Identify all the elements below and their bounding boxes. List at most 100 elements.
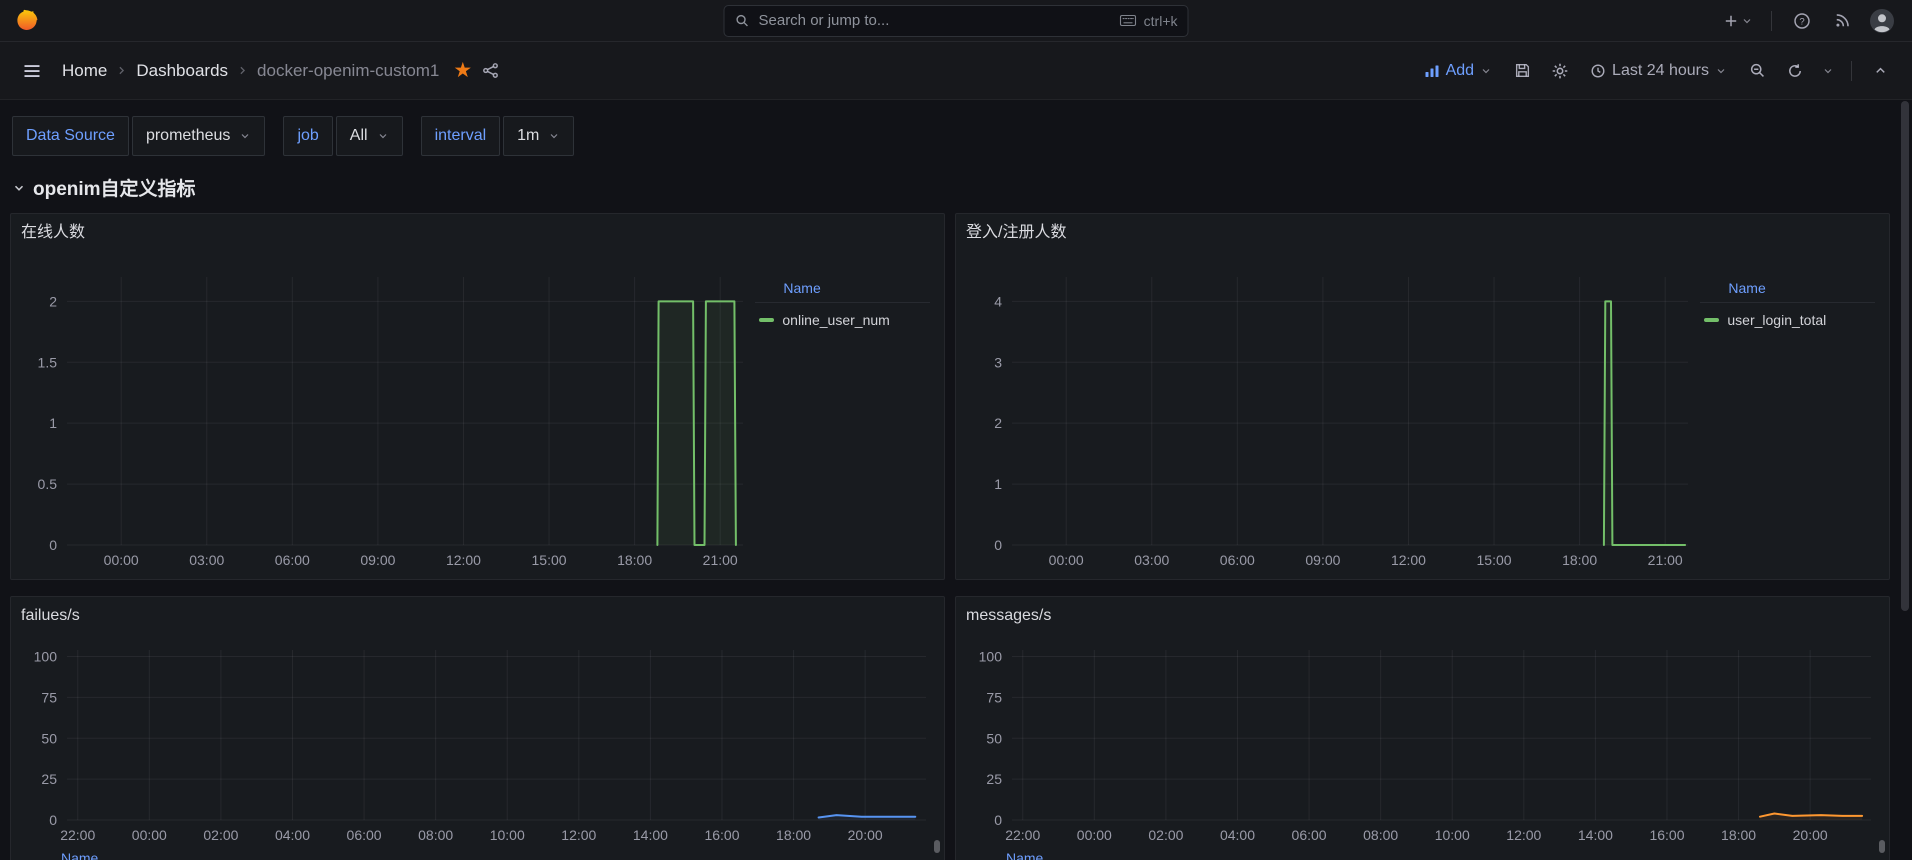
favorite-star-button[interactable]: ★	[453, 60, 472, 81]
timeseries-chart[interactable]: 22:0000:0002:0004:0006:0008:0010:0012:00…	[21, 630, 936, 846]
svg-text:09:00: 09:00	[360, 552, 395, 568]
svg-text:00:00: 00:00	[1077, 827, 1112, 843]
svg-text:18:00: 18:00	[1721, 827, 1756, 843]
dashboard-toolbar: Home Dashboards docker-openim-custom1 ★ …	[0, 42, 1912, 100]
svg-text:10:00: 10:00	[1435, 827, 1470, 843]
svg-text:06:00: 06:00	[347, 827, 382, 843]
svg-text:25: 25	[986, 771, 1002, 787]
new-button[interactable]	[1719, 5, 1757, 37]
divider	[1851, 61, 1852, 81]
refresh-interval-caret[interactable]	[1817, 55, 1839, 87]
variable-interval: interval 1m	[421, 116, 575, 156]
variable-label: interval	[421, 116, 501, 156]
search-input[interactable]: Search or jump to... ctrl+k	[724, 5, 1189, 37]
svg-text:1: 1	[49, 415, 57, 431]
svg-text:02:00: 02:00	[1148, 827, 1183, 843]
job-select[interactable]: All	[336, 116, 403, 156]
panel-title[interactable]: 在线人数	[21, 219, 934, 247]
variable-data-source: Data Source prometheus	[12, 116, 265, 156]
refresh-icon	[1787, 63, 1803, 79]
divider	[1771, 11, 1772, 31]
grafana-logo[interactable]	[14, 8, 40, 34]
timeseries-chart[interactable]: 00:0003:0006:0009:0012:0015:0018:0021:00…	[966, 247, 1694, 573]
svg-text:100: 100	[979, 649, 1003, 665]
time-range-picker[interactable]: Last 24 hours	[1582, 54, 1735, 88]
share-icon	[482, 62, 499, 79]
chart-legend: Name	[61, 850, 934, 860]
mega-menu-toggle[interactable]	[16, 55, 48, 87]
help-button[interactable]: ?	[1786, 5, 1818, 37]
chevron-right-icon	[236, 64, 249, 77]
svg-text:21:00: 21:00	[703, 552, 738, 568]
svg-text:25: 25	[41, 771, 57, 787]
collapse-toolbar-button[interactable]	[1864, 55, 1896, 87]
chevron-down-icon	[1822, 65, 1834, 77]
page-scrollbar-thumb[interactable]	[1901, 101, 1909, 611]
save-dashboard-button[interactable]	[1506, 55, 1538, 87]
breadcrumb: Home Dashboards docker-openim-custom1	[62, 61, 439, 81]
chevron-up-icon	[1873, 63, 1888, 78]
chart-legend: Name user_login_total	[1694, 247, 1879, 573]
legend-name-header[interactable]: Name	[1700, 280, 1875, 303]
svg-text:0.5: 0.5	[38, 476, 58, 492]
breadcrumb-dashboards[interactable]: Dashboards	[136, 61, 228, 81]
question-circle-icon: ?	[1793, 12, 1811, 30]
svg-text:20:00: 20:00	[1793, 827, 1828, 843]
svg-text:09:00: 09:00	[1305, 552, 1340, 568]
interval-select[interactable]: 1m	[503, 116, 574, 156]
timeseries-chart[interactable]: 00:0003:0006:0009:0012:0015:0018:0021:00…	[21, 247, 749, 573]
svg-text:00:00: 00:00	[132, 827, 167, 843]
panel-scrollbar-thumb[interactable]	[1879, 840, 1885, 853]
variable-job: job All	[283, 116, 402, 156]
variable-label: job	[283, 116, 332, 156]
panel-title[interactable]: 登入/注册人数	[966, 219, 1879, 247]
add-button[interactable]: Add	[1416, 54, 1500, 88]
search-icon	[735, 13, 750, 28]
svg-text:15:00: 15:00	[532, 552, 567, 568]
user-profile-button[interactable]	[1866, 5, 1898, 37]
panel-scrollbar-thumb[interactable]	[934, 840, 940, 853]
zoom-out-time-button[interactable]	[1741, 55, 1773, 87]
legend-item[interactable]: user_login_total	[1700, 312, 1875, 328]
timeseries-chart[interactable]: 22:0000:0002:0004:0006:0008:0010:0012:00…	[966, 630, 1881, 846]
svg-text:0: 0	[994, 812, 1002, 828]
dashboard-settings-button[interactable]	[1544, 55, 1576, 87]
svg-text:?: ?	[1799, 16, 1804, 27]
svg-text:50: 50	[41, 730, 57, 746]
svg-text:2: 2	[994, 415, 1002, 431]
panel-title[interactable]: messages/s	[966, 602, 1879, 630]
gear-icon	[1551, 62, 1569, 80]
variable-label: Data Source	[12, 116, 129, 156]
data-source-select[interactable]: prometheus	[132, 116, 266, 156]
svg-text:1: 1	[994, 476, 1002, 492]
svg-text:0: 0	[49, 812, 57, 828]
dashboard-variables: Data Source prometheus job All interval …	[0, 100, 1912, 156]
legend-item[interactable]: online_user_num	[755, 312, 930, 328]
search-placeholder: Search or jump to...	[759, 12, 890, 29]
series-color-marker	[759, 318, 774, 322]
rss-icon	[1834, 12, 1851, 29]
svg-text:21:00: 21:00	[1648, 552, 1683, 568]
legend-name-header[interactable]: Name	[755, 280, 930, 303]
row-section-toggle[interactable]: openim自定义指标	[0, 156, 1912, 201]
chevron-down-icon	[377, 130, 389, 142]
refresh-button[interactable]	[1779, 55, 1811, 87]
legend-name-header[interactable]: Name	[1006, 850, 1879, 860]
keyboard-icon	[1120, 14, 1137, 27]
svg-text:08:00: 08:00	[1363, 827, 1398, 843]
breadcrumb-home[interactable]: Home	[62, 61, 107, 81]
svg-text:0: 0	[49, 537, 57, 553]
chevron-down-icon	[1741, 15, 1753, 27]
hamburger-icon	[22, 61, 42, 81]
panel-title[interactable]: failues/s	[21, 602, 934, 630]
panel-online-users: 在线人数 00:0003:0006:0009:0012:0015:0018:00…	[10, 213, 945, 580]
legend-label: online_user_num	[782, 312, 889, 328]
section-title: openim自定义指标	[33, 174, 196, 201]
svg-text:4: 4	[994, 293, 1002, 309]
legend-name-header[interactable]: Name	[61, 850, 934, 860]
svg-text:14:00: 14:00	[633, 827, 668, 843]
news-button[interactable]	[1826, 5, 1858, 37]
svg-text:3: 3	[994, 354, 1002, 370]
svg-text:12:00: 12:00	[561, 827, 596, 843]
share-dashboard-button[interactable]	[482, 62, 499, 79]
